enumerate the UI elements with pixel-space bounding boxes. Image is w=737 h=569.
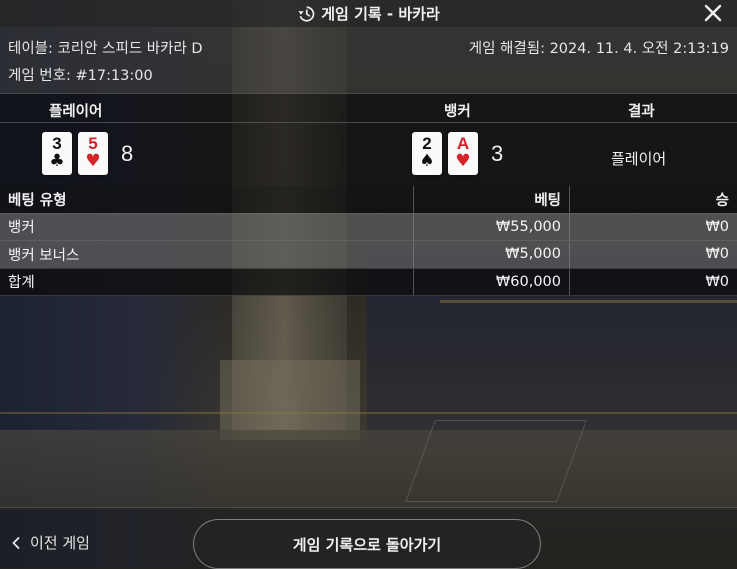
back-to-history-label: 게임 기록으로 돌아가기 (293, 534, 441, 555)
total-bet: ₩60,000 (414, 268, 570, 296)
total-row: 합계 ₩60,000 ₩0 (0, 268, 737, 296)
bet-amount: ₩55,000 (414, 213, 570, 241)
table-row: 뱅커 보너스 ₩5,000 ₩0 (0, 241, 737, 269)
bet-type-header: 베팅 유형 (0, 186, 414, 213)
win-amount: ₩0 (570, 241, 737, 269)
winner-result: 플레이어 (611, 148, 666, 169)
result-header: 결과 (628, 100, 655, 121)
table-name: 테이블: 코리안 스피드 바카라 D (8, 37, 203, 58)
total-label: 합계 (0, 268, 414, 296)
previous-game-label: 이전 게임 (30, 532, 90, 553)
playing-card: 3 ♣ (42, 132, 72, 175)
banker-score: 3 (491, 141, 503, 167)
player-score: 8 (121, 141, 133, 167)
bets-table: 베팅 유형 베팅 승 뱅커 ₩55,000 ₩0 뱅커 보너스 ₩5,000 ₩… (0, 186, 737, 296)
round-results: 플레이어 뱅커 결과 3 ♣ 5 ♥ 8 2 ♠ A ♥ 3 (0, 93, 737, 186)
footer: 이전 게임 게임 기록으로 돌아가기 (0, 507, 737, 569)
total-win: ₩0 (570, 268, 737, 296)
close-button[interactable] (701, 1, 725, 25)
banker-hand: 2 ♠ A ♥ 3 (412, 132, 503, 175)
previous-game-button[interactable]: 이전 게임 (12, 532, 90, 553)
player-header: 플레이어 (49, 100, 102, 121)
bet-type: 뱅커 (0, 213, 414, 241)
close-icon (704, 4, 722, 22)
page-title: 게임 기록 - 바카라 (321, 3, 440, 24)
bet-amount-header: 베팅 (414, 186, 570, 213)
playing-card: 2 ♠ (412, 132, 442, 175)
bet-amount: ₩5,000 (414, 241, 570, 269)
chevron-left-icon (12, 537, 20, 549)
playing-card: 5 ♥ (78, 132, 108, 175)
game-history-panel: 게임 기록 - 바카라 테이블: 코리안 스피드 바카라 D 게임 해결됨: 2… (0, 0, 737, 568)
bets-header-row: 베팅 유형 베팅 승 (0, 186, 737, 213)
game-number: 게임 번호: #17:13:00 (8, 64, 153, 85)
bet-type: 뱅커 보너스 (0, 241, 414, 269)
table-row: 뱅커 ₩55,000 ₩0 (0, 213, 737, 241)
resolved-time: 게임 해결됨: 2024. 11. 4. 오전 2:13:19 (469, 37, 729, 58)
game-info: 테이블: 코리안 스피드 바카라 D 게임 해결됨: 2024. 11. 4. … (0, 27, 737, 93)
history-icon (297, 5, 315, 23)
back-to-history-button[interactable]: 게임 기록으로 돌아가기 (193, 519, 541, 569)
banker-header: 뱅커 (444, 100, 471, 121)
playing-card: A ♥ (448, 132, 478, 175)
win-amount-header: 승 (570, 186, 737, 213)
header: 게임 기록 - 바카라 (0, 0, 737, 27)
player-hand: 3 ♣ 5 ♥ 8 (42, 132, 133, 175)
win-amount: ₩0 (570, 213, 737, 241)
